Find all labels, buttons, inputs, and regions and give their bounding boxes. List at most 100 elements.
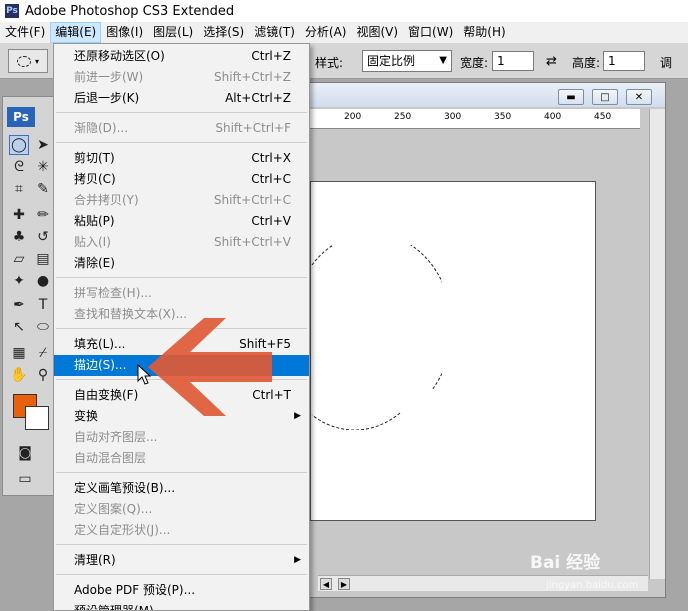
menu-item-cut[interactable]: 剪切(T) Ctrl+X [54,148,309,169]
background-color-swatch[interactable] [25,406,49,430]
pen-tool-icon[interactable]: ✒ [9,295,29,315]
blur-tool-icon[interactable]: ✦ [9,271,29,291]
elliptical-selection [311,245,442,430]
chevron-down-icon: ▾ [34,56,39,66]
mouse-cursor-icon [137,364,151,385]
menu-item-auto-blend-layers[interactable]: 自动混合图层 [54,448,309,469]
menu-separator [56,277,307,278]
shape-tool-icon[interactable]: ⬭ [33,317,53,337]
menu-window[interactable]: 窗口(W) [403,22,458,43]
close-icon[interactable]: ✕ [626,89,652,105]
menu-view[interactable]: 视图(V) [351,22,403,43]
hand-tool-icon[interactable]: ✋ [9,365,29,385]
menu-file[interactable]: 文件(F) [0,22,50,43]
magic-wand-icon[interactable]: ✳ [33,157,53,177]
menu-layer[interactable]: 图层(L) [148,22,198,43]
menu-help[interactable]: 帮助(H) [458,22,510,43]
minimize-icon[interactable]: ▬ [558,89,584,105]
menu-select[interactable]: 选择(S) [198,22,249,43]
menu-item-define-custom-shape[interactable]: 定义自定形状(J)... [54,520,309,541]
menu-item-paste[interactable]: 粘贴(P) Ctrl+V [54,211,309,232]
menu-separator [56,142,307,143]
ruler-tick: 300 [444,112,462,122]
screen-mode-icon[interactable]: ▭ [15,469,35,489]
document-title-bar: ▬ □ ✕ [296,83,665,107]
menu-item-copy[interactable]: 拷贝(C) Ctrl+C [54,169,309,190]
watermark-logo: Bai 经验 [530,553,601,573]
menu-separator [56,544,307,545]
healing-brush-icon[interactable]: ✚ [9,205,29,225]
title-bar: Ps Adobe Photoshop CS3 Extended [0,0,688,22]
menu-filter[interactable]: 滤镜(T) [249,22,300,43]
style-select[interactable]: 固定比例 ▼ [362,50,452,72]
gradient-tool-icon[interactable]: ▤ [33,249,53,269]
menu-item-copy-merged[interactable]: 合并拷贝(Y) Shift+Ctrl+C [54,190,309,211]
width-input[interactable]: 1 [492,51,534,71]
ruler-tick: 450 [594,112,612,122]
annotation-arrow-icon [148,318,272,416]
history-brush-icon[interactable]: ↺ [33,227,53,247]
menu-edit[interactable]: 编辑(E) [50,22,102,43]
tools-panel: Ps ◯ ➤ ᘓ ✳ ⌗ ✎ ✚ ✏ ♣ ↺ ▱ ▤ ✦ ● ✒ T ↖ ⬭ ▦… [2,96,54,496]
menu-separator [56,574,307,575]
marquee-tool-icon[interactable]: ◯ [9,135,29,155]
style-select-value: 固定比例 [367,54,416,68]
menu-item-step-backward[interactable]: 后退一步(K) Alt+Ctrl+Z [54,88,309,109]
vertical-scrollbar[interactable] [649,109,665,579]
tool-preset-picker[interactable]: ▾ [8,49,48,73]
refine-edge-label[interactable]: 调 [660,54,672,71]
watermark-url: jingyan.baidu.com [546,580,639,591]
horizontal-ruler: 200 250 300 350 400 450 [296,109,640,129]
scroll-right-icon[interactable]: ▶ [338,578,350,590]
menu-image[interactable]: 图像(I) [101,22,148,43]
photoshop-logo-icon: Ps [5,4,19,18]
eyedropper-icon[interactable]: ⌿ [33,343,53,363]
menu-separator [56,112,307,113]
menu-bar: 文件(F) 编辑(E) 图像(I) 图层(L) 选择(S) 滤镜(T) 分析(A… [0,22,688,43]
quick-mask-icon[interactable]: ◙ [15,443,35,463]
menu-analysis[interactable]: 分析(A) [300,22,352,43]
lasso-tool-icon[interactable]: ᘓ [9,157,29,177]
path-selection-icon[interactable]: ↖ [9,317,29,337]
elliptical-marquee-icon [16,55,31,67]
submenu-arrow-icon: ▶ [294,411,301,421]
menu-item-step-forward[interactable]: 前进一步(W) Shift+Ctrl+Z [54,67,309,88]
menu-item-define-brush[interactable]: 定义画笔预设(B)... [54,478,309,499]
crop-tool-icon[interactable]: ⌗ [9,179,29,199]
scroll-left-icon[interactable]: ◀ [320,578,332,590]
menu-item-check-spelling[interactable]: 拼写检查(H)... [54,283,309,304]
ruler-tick: 400 [544,112,562,122]
type-tool-icon[interactable]: T [33,295,53,315]
style-label: 样式: [315,56,344,70]
menu-item-define-pattern[interactable]: 定义图案(Q)... [54,499,309,520]
brush-tool-icon[interactable]: ✏ [33,205,53,225]
photoshop-logo-icon: Ps [7,107,35,127]
notes-tool-icon[interactable]: ▦ [9,343,29,363]
submenu-arrow-icon: ▶ [294,555,301,565]
menu-item-clear[interactable]: 清除(E) [54,253,309,274]
menu-item-pdf-presets[interactable]: Adobe PDF 预设(P)... [54,580,309,601]
eraser-tool-icon[interactable]: ▱ [9,249,29,269]
ruler-tick: 200 [344,112,362,122]
menu-separator [56,472,307,473]
window-title: Adobe Photoshop CS3 Extended [25,3,235,19]
height-input[interactable]: 1 [603,51,645,71]
menu-item-purge[interactable]: 清理(R) ▶ [54,550,309,571]
slice-tool-icon[interactable]: ✎ [33,179,53,199]
menu-item-paste-into[interactable]: 贴入(I) Shift+Ctrl+V [54,232,309,253]
menu-item-fade[interactable]: 渐隐(D)... Shift+Ctrl+F [54,118,309,139]
dodge-tool-icon[interactable]: ● [33,271,53,291]
menu-item-preset-manager[interactable]: 预设管理器(M)... [54,601,309,610]
clone-stamp-icon[interactable]: ♣ [9,227,29,247]
menu-item-undo-move-selection[interactable]: 还原移动选区(O) Ctrl+Z [54,46,309,67]
width-label: 宽度: [460,56,489,70]
move-tool-icon[interactable]: ➤ [33,135,53,155]
maximize-icon[interactable]: □ [592,89,618,105]
menu-item-auto-align-layers[interactable]: 自动对齐图层... [54,427,309,448]
zoom-tool-icon[interactable]: ⚲ [33,365,53,385]
ruler-tick: 350 [494,112,512,122]
height-label: 高度: [572,56,601,70]
chevron-down-icon: ▼ [439,55,447,66]
swap-icon[interactable]: ⇄ [546,54,557,69]
ruler-tick: 250 [394,112,412,122]
